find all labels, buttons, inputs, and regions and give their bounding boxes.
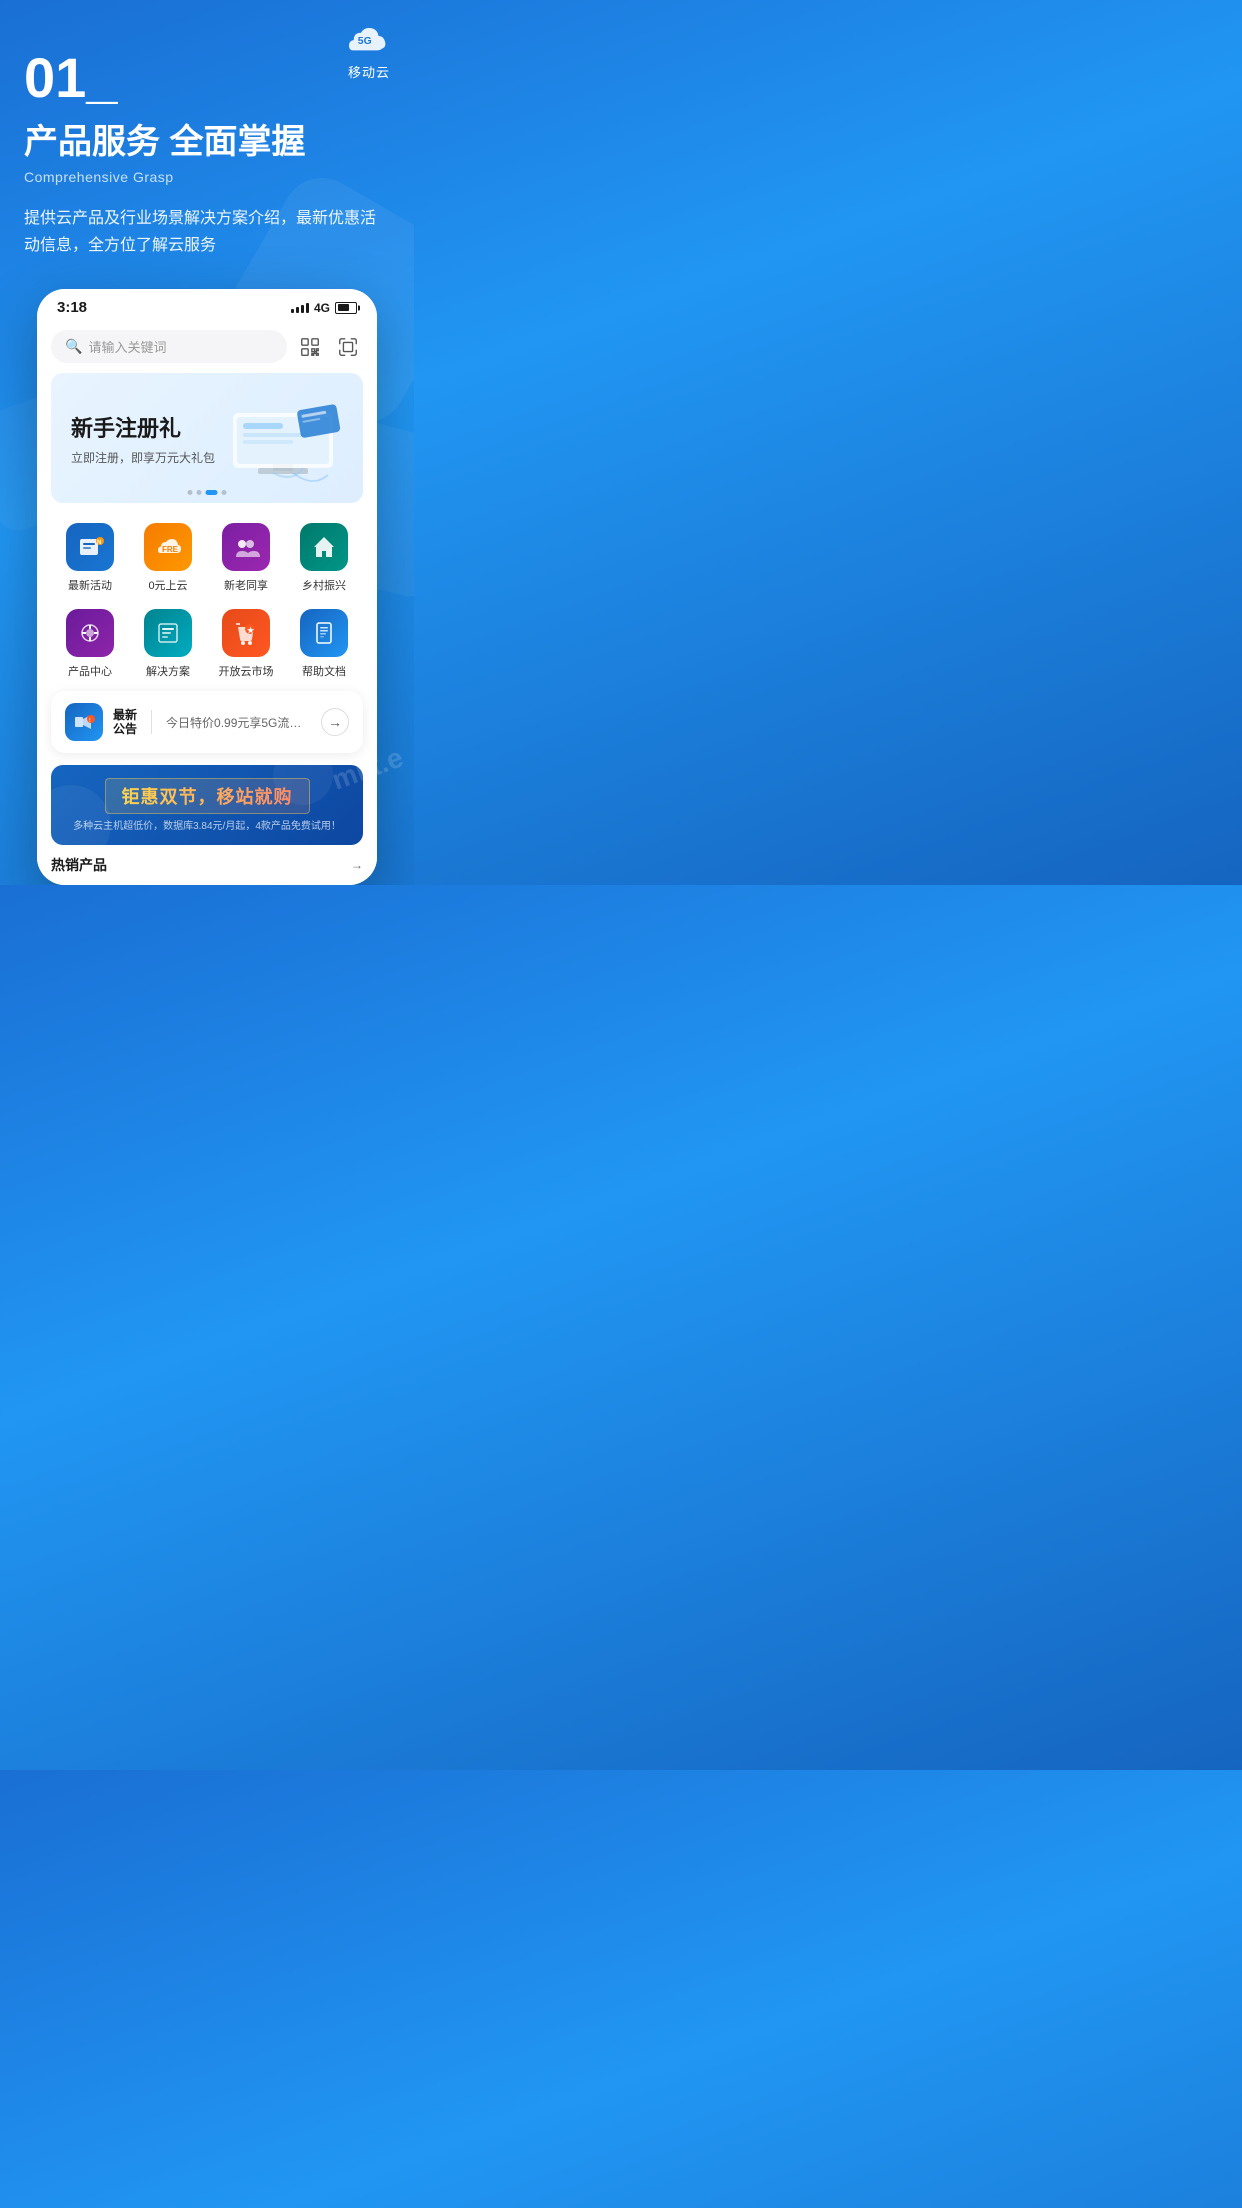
banner-dot-2: [197, 490, 202, 495]
hot-products-header: 热销产品 →: [37, 845, 377, 885]
banner-dot-3: [206, 490, 218, 495]
open-market-label: 开放云市场: [219, 663, 274, 679]
page-wrapper: 5G 移动云 01_ 产品服务 全面掌握 Comprehensive Grasp…: [0, 0, 414, 885]
latest-activity-label: 最新活动: [68, 577, 112, 593]
status-4g-label: 4G: [314, 301, 330, 315]
description-text: 提供云产品及行业场景解决方案介绍，最新优惠活动信息，全方位了解云服务: [24, 205, 390, 259]
signal-bar-3: [301, 305, 304, 313]
rural-icon: [300, 523, 348, 571]
icon-item-help-docs[interactable]: 帮助文档: [285, 601, 363, 687]
banner-dot-4: [222, 490, 227, 495]
free-cloud-label: 0元上云: [148, 577, 187, 593]
banner-dot-1: [188, 490, 193, 495]
qr-scan-icon[interactable]: [295, 332, 325, 362]
icon-item-open-market[interactable]: ★ 开放云市场: [207, 601, 285, 687]
status-bar: 3:18 4G: [37, 289, 377, 322]
banner-title: 新手注册礼: [71, 411, 215, 443]
icon-grid-section: N 最新活动 FRE 0元上云: [37, 515, 377, 885]
signal-bar-4: [306, 303, 309, 313]
announcement-label-wrapper: 最新 公告: [113, 708, 137, 737]
announcement-arrow[interactable]: →: [321, 708, 349, 736]
main-title: 产品服务 全面掌握: [24, 122, 390, 163]
icon-item-rural[interactable]: 乡村振兴: [285, 515, 363, 601]
open-market-icon: ★: [222, 609, 270, 657]
rural-label: 乡村振兴: [302, 577, 346, 593]
promo-circle-1: [51, 785, 111, 845]
battery-icon: [335, 302, 357, 314]
signal-bars-icon: [291, 303, 309, 313]
svg-text:★: ★: [247, 626, 255, 635]
phone-container: 3:18 4G 🔍 请: [0, 289, 414, 885]
hot-products-more-arrow: →: [351, 858, 363, 872]
icon-item-product-center[interactable]: 产品中心: [51, 601, 129, 687]
promo-banner[interactable]: 钜惠双节，移站就购 多种云主机超低价，数据库3.84元/月起，4款产品免费试用！: [51, 765, 363, 845]
announcement-text: 今日特价0.99元享5G流量今日特价0.99...: [166, 714, 311, 731]
banner-pagination: [188, 490, 227, 495]
step-number: 01_: [24, 50, 390, 106]
divider: [151, 710, 152, 734]
icon-item-solutions[interactable]: 解决方案: [129, 601, 207, 687]
icon-grid: N 最新活动 FRE 0元上云: [37, 515, 377, 687]
help-docs-label: 帮助文档: [302, 663, 346, 679]
solutions-icon: [144, 609, 192, 657]
search-icon: 🔍: [65, 338, 82, 355]
search-area: 🔍 请输入关键词: [37, 322, 377, 373]
banner-subtitle: 立即注册，即享万元大礼包: [71, 449, 215, 466]
status-right-icons: 4G: [291, 301, 357, 315]
logo-area: 5G 移动云: [344, 20, 394, 81]
help-docs-icon: [300, 609, 348, 657]
svg-text:FRE: FRE: [162, 545, 179, 554]
signal-bar-1: [291, 309, 294, 313]
logo-cloud-icon: 5G: [344, 20, 394, 60]
status-time: 3:18: [57, 299, 87, 316]
svg-text:5G: 5G: [358, 36, 372, 47]
battery-fill: [338, 304, 349, 311]
announcement-bar[interactable]: ! 最新 公告 今日特价0.99元享5G流量今日特价0.99... →: [51, 691, 363, 753]
free-cloud-icon: FRE: [144, 523, 192, 571]
announcement-label-line2: 公告: [113, 722, 137, 736]
icon-item-free-cloud[interactable]: FRE 0元上云: [129, 515, 207, 601]
announcement-icon: !: [65, 703, 103, 741]
header-area: 5G 移动云 01_ 产品服务 全面掌握 Comprehensive Grasp…: [0, 0, 414, 259]
subtitle-en: Comprehensive Grasp: [24, 169, 390, 185]
new-old-share-icon: [222, 523, 270, 571]
signal-bar-2: [296, 307, 299, 313]
product-center-icon: [66, 609, 114, 657]
phone-mockup: 3:18 4G 🔍 请: [37, 289, 377, 885]
hero-banner[interactable]: 新手注册礼 立即注册，即享万元大礼包: [51, 373, 363, 503]
banner-content: 新手注册礼 立即注册，即享万元大礼包: [51, 395, 235, 482]
solutions-label: 解决方案: [146, 663, 190, 679]
search-placeholder: 请输入关键词: [88, 337, 166, 356]
latest-activity-icon: N: [66, 523, 114, 571]
announcement-label-line1: 最新: [113, 708, 137, 722]
icon-item-share[interactable]: 新老同享: [207, 515, 285, 601]
scan-icon[interactable]: [333, 332, 363, 362]
logo-text: 移动云: [348, 62, 390, 81]
product-center-label: 产品中心: [68, 663, 112, 679]
hot-products-title: 热销产品: [51, 855, 107, 875]
search-bar[interactable]: 🔍 请输入关键词: [51, 330, 287, 363]
icon-item-latest-activity[interactable]: N 最新活动: [51, 515, 129, 601]
promo-sub-text: 多种云主机超低价，数据库3.84元/月起，4款产品免费试用！: [73, 817, 341, 832]
svg-text:N: N: [97, 540, 101, 546]
promo-main-text: 钜惠双节，移站就购: [122, 787, 293, 807]
new-old-share-label: 新老同享: [224, 577, 268, 593]
hot-products-more[interactable]: →: [351, 858, 363, 872]
